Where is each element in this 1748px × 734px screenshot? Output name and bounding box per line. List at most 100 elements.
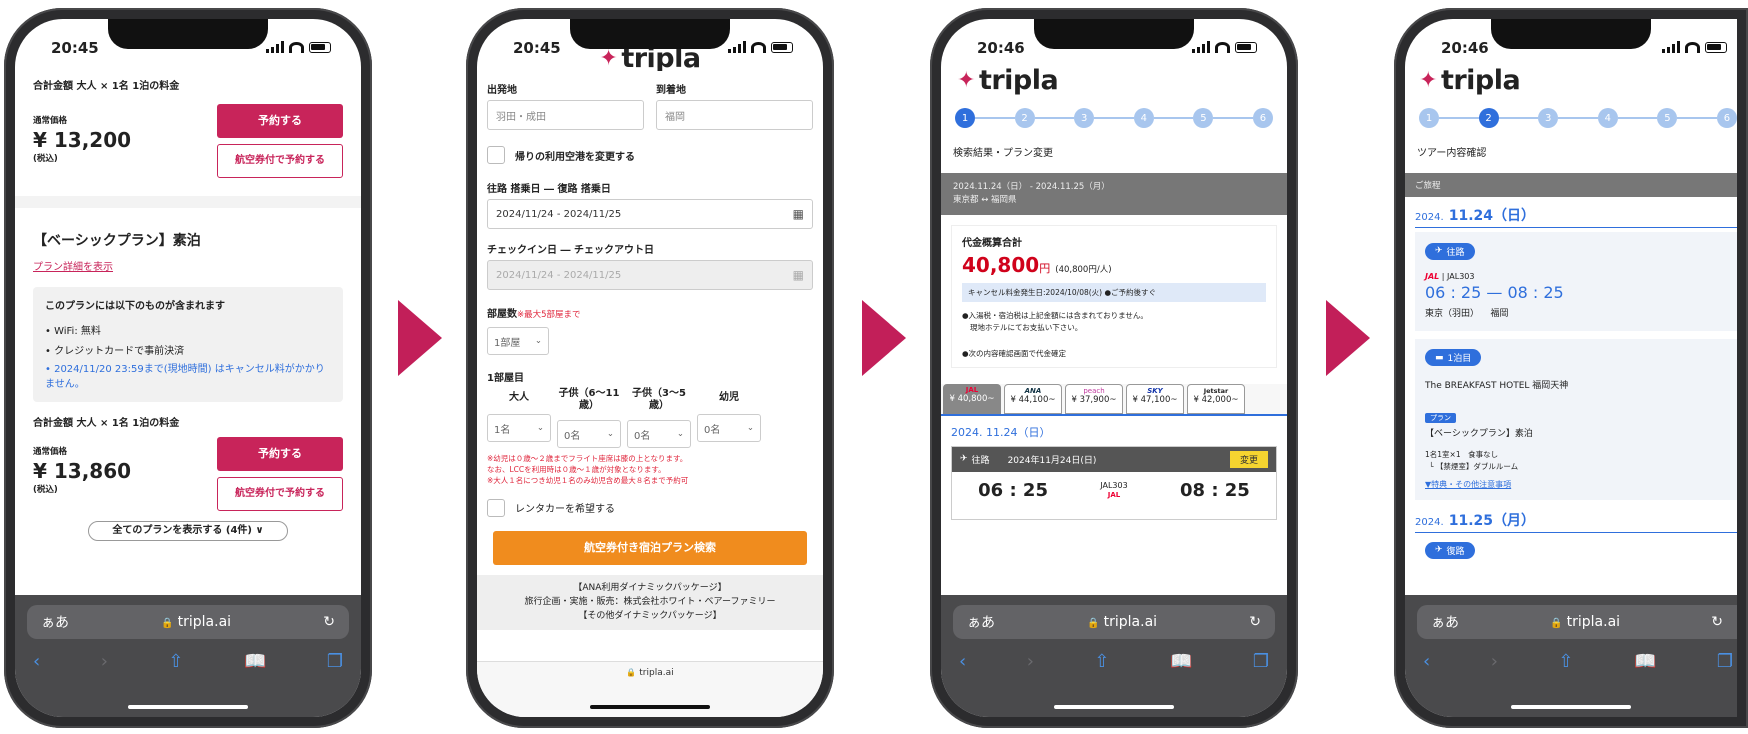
url-bar[interactable]: ぁあ 🔒 tripla.ai ↻ — [953, 605, 1275, 639]
tax-label: (税込) — [33, 154, 58, 164]
change-return-airport-label: 帰りの利用空港を変更する — [515, 151, 635, 163]
infant-label: 幼児 — [719, 392, 739, 403]
chevron-left-icon[interactable]: ‹ — [959, 651, 966, 672]
rooms-label: 部屋数 — [487, 309, 517, 320]
url-bar[interactable]: ぁあ 🔒 tripla.ai ↻ — [1417, 605, 1737, 639]
airline-tab-jal[interactable]: JAL ¥ 40,800~ — [943, 383, 1001, 414]
book-icon[interactable]: 📖 — [244, 651, 266, 672]
chevron-left-icon[interactable]: ‹ — [1423, 651, 1430, 672]
text-size-button[interactable]: ぁあ — [1431, 612, 1459, 632]
share-icon[interactable]: ⇧ — [1094, 651, 1109, 672]
book-icon[interactable]: 📖 — [1170, 651, 1192, 672]
reload-icon[interactable]: ↻ — [323, 614, 335, 630]
reload-icon[interactable]: ↻ — [1249, 614, 1261, 630]
stay-dates-input[interactable]: 2024/11/24 - 2024/11/25 ▦ — [487, 260, 813, 290]
child-3-5-select[interactable]: 0名 ⌄ — [627, 420, 691, 448]
flight-times: 06 : 25 — 08 : 25 — [1425, 282, 1564, 302]
child-6-11-label: 子供（6〜11歳） — [558, 388, 620, 411]
airline-tab-sky[interactable]: SKY ¥ 47,100~ — [1126, 383, 1184, 414]
child-6-11-select[interactable]: 0名 ⌄ — [557, 420, 621, 448]
child-3-5-label: 子供（3〜5歳） — [632, 388, 686, 411]
price-summary: 代金概算合計 40,800円 (40,800円/人) キャンセル料金発生日:20… — [951, 224, 1277, 368]
tabs-icon[interactable]: ❐ — [1253, 651, 1269, 672]
day-heading: 2024. 11.24（日） — [1415, 205, 1737, 228]
phone-frame-4: 20:46 ✦ tripla 1 2 3 4 5 6 ツアー内容確認 ご旅程 20… — [1394, 8, 1748, 728]
jal-logo: JAL — [1107, 491, 1121, 499]
url-text[interactable]: tripla.ai — [639, 668, 673, 678]
step-6: 6 — [1252, 108, 1273, 128]
trip-summary: 2024.11.24（日） - 2024.11.25（月） 東京都 ↔ 福岡県 — [941, 173, 1287, 215]
plan-title: 【ベーシックプラン】素泊 — [33, 233, 201, 249]
rental-car-label: レンタカーを希望する — [515, 504, 615, 516]
phone-frame-2: 20:45 ✦ tripla 出発地 羽田・成田 到着地 福岡 帰りの利用空港を変 — [466, 8, 834, 728]
wifi-icon — [289, 41, 304, 53]
arrival-time: 08 : 25 — [1180, 479, 1250, 501]
reload-icon[interactable]: ↻ — [1711, 614, 1723, 630]
browser-toolbar: ぁあ 🔒 tripla.ai ↻ ‹ › ⇧ 📖 ❐ — [941, 595, 1287, 717]
flight-dates-input[interactable]: 2024/11/24 - 2024/11/25 ▦ — [487, 199, 813, 229]
phone-screen-2: 20:45 ✦ tripla 出発地 羽田・成田 到着地 福岡 帰りの利用空港を変 — [477, 19, 823, 717]
return-tag: ✈ 復路 — [1425, 541, 1475, 559]
change-return-airport-checkbox[interactable] — [487, 146, 505, 164]
page-title: 検索結果・プラン変更 — [953, 148, 1053, 159]
departure-input[interactable]: 羽田・成田 — [487, 100, 644, 130]
book-icon[interactable]: 📖 — [1634, 651, 1656, 672]
web-content: ✦ tripla 1 2 3 4 5 6 ツアー内容確認 ご旅程 2024. 11… — [1405, 65, 1737, 595]
flight-route: 東京（羽田） 福岡 — [1425, 308, 1509, 319]
lock-icon: 🔒 — [1550, 618, 1563, 629]
benefits-link[interactable]: ▼特典・その他注意事項 — [1425, 479, 1727, 490]
airline-tab-peach[interactable]: peach ¥ 37,900~ — [1065, 383, 1123, 414]
step-5: 5 — [1193, 108, 1214, 128]
adults-select[interactable]: 1名 ⌄ — [487, 414, 551, 442]
text-size-button[interactable]: ぁあ — [41, 612, 69, 632]
rental-car-checkbox[interactable] — [487, 498, 505, 517]
share-icon[interactable]: ⇧ — [168, 651, 183, 672]
book-button[interactable]: 予約する — [217, 437, 343, 471]
book-with-flight-button[interactable]: 航空券付で予約する — [217, 477, 343, 511]
share-icon[interactable]: ⇧ — [1558, 651, 1573, 672]
arrival-input[interactable]: 福岡 — [656, 100, 813, 130]
airline-tab-jetstar[interactable]: Jetstar ¥ 42,000~ — [1187, 383, 1245, 414]
jal-logo: JAL — [1425, 271, 1440, 281]
bed-icon: ▬ — [1435, 352, 1444, 363]
rooms-select[interactable]: 1部屋 ⌄ — [487, 327, 549, 355]
book-button[interactable]: 予約する — [217, 104, 343, 138]
signal-icon — [728, 41, 746, 53]
web-content: 合計金額 大人 × 1名 1泊の料金 通常価格 ¥ 13,200 (税込) 予約… — [15, 73, 361, 595]
departure-label: 出発地 — [487, 85, 517, 96]
chevron-right-icon[interactable]: › — [1027, 651, 1034, 672]
chevron-left-icon[interactable]: ‹ — [33, 651, 40, 672]
text-size-button[interactable]: ぁあ — [967, 612, 995, 632]
wifi-icon — [1215, 41, 1230, 53]
infant-select[interactable]: 0名 ⌄ — [697, 414, 761, 442]
search-button[interactable]: 航空券付き宿泊プラン検索 — [493, 530, 807, 565]
status-time: 20:46 — [1441, 39, 1489, 57]
passenger-notes: ※幼児は０歳〜２歳までフライト座席は膝の上となります。 なお、LCCを利用時は０… — [487, 454, 689, 485]
signal-icon — [1662, 41, 1680, 53]
home-indicator — [590, 705, 710, 709]
date-heading: 2024. 11.24（日） — [951, 425, 1051, 439]
show-all-plans-button[interactable]: 全てのプランを表示する (4件) ∨ — [88, 521, 288, 541]
progress-steps: 1 2 3 4 5 6 — [1419, 108, 1737, 128]
regular-price-label: 通常価格 — [33, 116, 68, 126]
list-item: • 2024/11/20 23:59まで(現地時間) はキャンセル料がかかりませ… — [45, 364, 325, 390]
change-flight-button[interactable]: 変更 — [1229, 450, 1268, 468]
airplane-icon: ✈ — [960, 454, 968, 464]
step-5: 5 — [1657, 108, 1678, 128]
rooms-note: ※最大5部屋まで — [517, 310, 581, 320]
tabs-icon[interactable]: ❐ — [327, 651, 343, 672]
url-bar[interactable]: ぁあ 🔒 tripla.ai ↻ — [27, 605, 349, 639]
total-label: 合計金額 大人 × 1名 1泊の料金 — [33, 81, 180, 92]
chevron-right-icon[interactable]: › — [1491, 651, 1498, 672]
book-with-flight-button[interactable]: 航空券付で予約する — [217, 144, 343, 178]
itinerary-label: ご旅程 — [1405, 173, 1737, 197]
day-heading: 2024. 11.25（月） — [1415, 510, 1737, 533]
plan-details-link[interactable]: プラン詳細を表示 — [33, 258, 343, 273]
hotel-name: The BREAKFAST HOTEL 福岡天神 — [1425, 381, 1569, 391]
airline-tab-ana[interactable]: ANA ¥ 44,100~ — [1004, 383, 1062, 414]
chevron-right-icon[interactable]: › — [101, 651, 108, 672]
airline-tabs: JAL ¥ 40,800~ ANA ¥ 44,100~ peach ¥ 37,900~… — [941, 383, 1287, 416]
phone-frame-1: 20:45 合計金額 大人 × 1名 1泊の料金 通常価格 ¥ 13,200 (… — [4, 8, 372, 728]
progress-steps: 1 2 3 4 5 6 — [955, 108, 1273, 128]
tabs-icon[interactable]: ❐ — [1717, 651, 1733, 672]
